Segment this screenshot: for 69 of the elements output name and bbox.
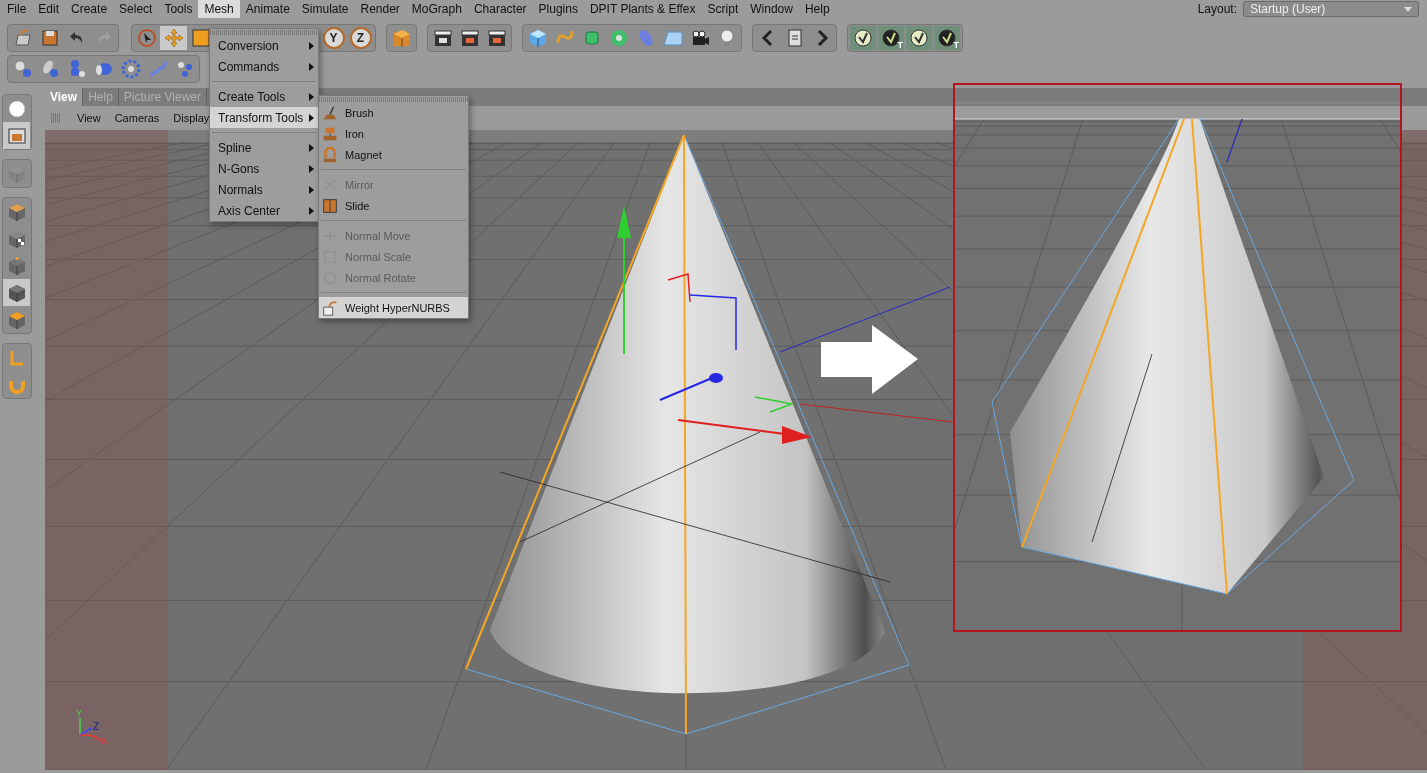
axis-lock-button[interactable]: Y <box>322 27 345 49</box>
menu-entry[interactable]: Brush <box>319 102 468 123</box>
checker-cube-icon <box>6 228 27 249</box>
plugin-button[interactable] <box>850 26 876 50</box>
menu-item[interactable]: Script <box>701 0 745 18</box>
grid-cube-icon <box>6 163 27 184</box>
menu-entry[interactable]: Magnet <box>319 144 468 165</box>
menu-entry[interactable]: Slide <box>319 195 468 216</box>
menu-entry[interactable]: Conversion <box>210 35 318 56</box>
magnet-icon <box>321 145 339 164</box>
clapperboard-icon <box>459 28 480 48</box>
menu-item[interactable]: Help <box>798 0 836 18</box>
scale-icon <box>190 28 211 48</box>
check-circle-icon <box>881 28 901 48</box>
menu-item[interactable]: Character <box>467 0 533 18</box>
helix-icon <box>147 59 168 79</box>
check-circle-icon <box>853 28 873 48</box>
axis-cube-icon <box>391 28 412 48</box>
move-gizmo[interactable] <box>617 206 812 444</box>
clapperboard-icon <box>486 28 507 48</box>
menu-item[interactable]: Mesh <box>198 0 240 18</box>
tool-button[interactable] <box>3 279 30 306</box>
menu-entry[interactable]: Transform Tools <box>210 107 318 128</box>
menu-item[interactable]: MoGraph <box>405 0 468 18</box>
menu-item[interactable]: Create <box>65 0 114 18</box>
view-menu-item[interactable]: View <box>71 112 107 124</box>
cube-icon <box>6 282 27 303</box>
menu-item[interactable]: Render <box>354 0 406 18</box>
cursor-icon <box>136 28 157 48</box>
axis-label: Y <box>76 708 82 718</box>
gear-icon <box>120 59 141 79</box>
menu-item[interactable]: DPIT Plants & Effex <box>583 0 702 18</box>
move-icon <box>163 28 184 48</box>
sun-icon <box>6 98 27 119</box>
check-circle-icon <box>909 28 929 48</box>
menu-item[interactable]: Tools <box>158 0 199 18</box>
menu-item[interactable]: Plugins <box>532 0 584 18</box>
menu-item[interactable]: Simulate <box>295 0 355 18</box>
axis-label: X <box>101 736 107 746</box>
cube-icon <box>6 309 27 330</box>
menu-item[interactable]: File <box>1 0 33 18</box>
menu-entry[interactable]: Weight HyperNURBS <box>319 297 468 318</box>
cube-icon <box>6 255 27 276</box>
save-icon <box>39 28 60 48</box>
menu-item[interactable]: Select <box>113 0 159 18</box>
axis-indicator <box>79 717 103 743</box>
check-circle-icon <box>937 28 957 48</box>
layout-label: Layout: <box>1197 2 1237 16</box>
menu-item[interactable]: Edit <box>32 0 66 18</box>
camera-icon <box>6 125 27 146</box>
cube-icon <box>6 201 27 222</box>
plugin-button[interactable]: T <box>934 26 960 50</box>
sphere-icon <box>12 59 33 79</box>
camera-icon <box>689 28 710 48</box>
cube-icon <box>527 28 548 48</box>
cube-icon <box>321 298 339 317</box>
plugin-button[interactable] <box>906 26 932 50</box>
axis-lock-button[interactable]: Z <box>349 27 372 49</box>
floor-icon <box>662 28 683 48</box>
plugin-button[interactable]: T <box>878 26 904 50</box>
folder-icon <box>12 28 33 48</box>
menu-item[interactable]: Animate <box>239 0 296 18</box>
menu-entry[interactable]: Commands <box>210 56 318 77</box>
view-menu-item[interactable]: Cameras <box>108 112 166 124</box>
clapperboard-icon <box>432 28 453 48</box>
slide-icon <box>321 196 339 215</box>
menu-item[interactable]: Window <box>744 0 799 18</box>
axis-label: Z <box>93 721 100 732</box>
grip-handle[interactable] <box>51 113 61 123</box>
